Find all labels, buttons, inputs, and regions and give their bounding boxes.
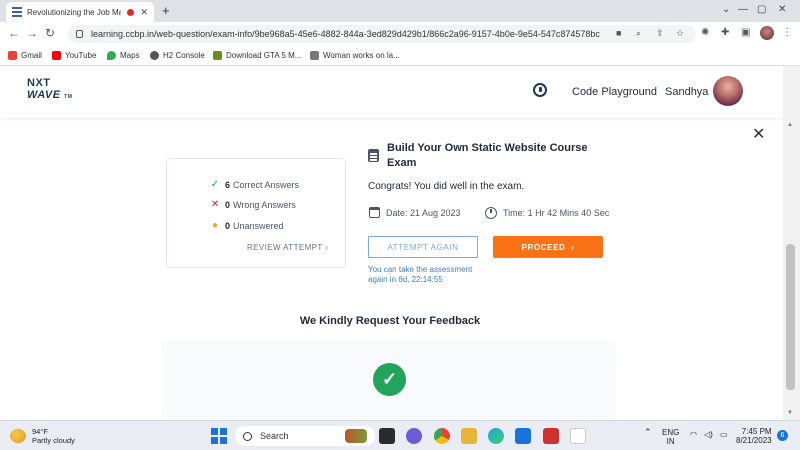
chevron-right-icon: ›: [325, 243, 329, 252]
extensions-puzzle-icon[interactable]: ✚: [721, 27, 729, 38]
temperature: 94°F: [32, 427, 48, 436]
reload-icon[interactable]: ↻: [45, 26, 55, 40]
extension-settings-icon[interactable]: ✺: [701, 27, 709, 38]
browser-tab[interactable]: Revolutionizing the Job Ma ✕: [6, 2, 154, 22]
code-playground-link[interactable]: Code Playground: [572, 86, 657, 98]
bookmark-page-icon: [310, 51, 319, 60]
bookmarks-bar: Gmail YouTube Maps H2 Console Download G…: [0, 46, 800, 66]
maximize-icon[interactable]: ▢: [757, 4, 766, 15]
scroll-down-icon[interactable]: ▼: [787, 410, 793, 416]
battery-icon[interactable]: ▭: [720, 430, 728, 439]
nxtwave-logo[interactable]: NXT WAVE TM: [27, 77, 72, 103]
results-summary-card: ✓ 6 Correct Answers ✕ 0 Wrong Answers ● 0U…: [166, 158, 346, 268]
chrome-icon[interactable]: [434, 428, 450, 444]
globe-icon: [150, 51, 159, 60]
page-scrollbar[interactable]: ▲ ▼: [783, 66, 800, 420]
store-icon[interactable]: [515, 428, 531, 444]
bookmark-h2-console[interactable]: H2 Console: [150, 51, 205, 60]
wifi-icon[interactable]: ◠: [690, 430, 697, 439]
gta-icon: [213, 51, 222, 60]
file-explorer-icon[interactable]: [461, 428, 477, 444]
review-attempt-link[interactable]: REVIEW ATTEMPT ›: [247, 243, 328, 252]
url-text: learning.ccbp.in/web-question/exam-info/…: [91, 29, 600, 39]
clock-icon: [485, 207, 497, 219]
start-button-icon[interactable]: [211, 428, 227, 444]
windows-taskbar: 94°F Partly cloudy Search ⌃ ENG IN ◠ ◁) …: [0, 420, 800, 450]
bookmark-youtube[interactable]: YouTube: [52, 51, 96, 60]
search-highlight-icon: [345, 429, 367, 443]
bookmark-gta[interactable]: Download GTA 5 M...: [213, 51, 301, 60]
recording-icon: [127, 8, 135, 16]
share-icon[interactable]: ⇪: [656, 28, 664, 39]
browser-toolbar: ← → ↻ learning.ccbp.in/web-question/exam…: [0, 22, 800, 46]
gmail-icon: [8, 51, 17, 60]
task-view-icon[interactable]: [379, 428, 395, 444]
tab-title: Revolutionizing the Job Ma: [27, 7, 122, 17]
wps-office-icon[interactable]: [543, 428, 559, 444]
window-close-icon[interactable]: ✕: [778, 4, 786, 15]
camera-icon[interactable]: ■: [616, 28, 621, 38]
correct-answers-stat: ✓ 6 Correct Answers: [210, 179, 300, 190]
forward-icon[interactable]: →: [26, 26, 38, 40]
user-name[interactable]: Sandhya: [665, 86, 708, 98]
unanswered-stat: ● 0 Unanswered: [209, 220, 284, 231]
address-bar[interactable]: learning.ccbp.in/web-question/exam-info/…: [68, 25, 696, 43]
volume-icon[interactable]: ◁): [704, 430, 713, 439]
menu-dots-icon[interactable]: ⋮: [782, 27, 792, 38]
minimize-icon[interactable]: —: [738, 4, 748, 15]
site-header: NXT WAVE TM Code Playground Sandhya: [0, 66, 783, 118]
scrollbar-thumb[interactable]: [786, 244, 795, 390]
browser-profile-avatar[interactable]: [760, 26, 774, 40]
youtube-icon: [52, 51, 61, 60]
timer-icon[interactable]: [533, 83, 547, 97]
weather-condition: Partly cloudy: [32, 436, 75, 445]
check-icon: ✓: [210, 179, 220, 190]
edge-icon[interactable]: [488, 428, 504, 444]
calendar-icon: [369, 207, 380, 218]
cross-icon: ✕: [210, 199, 220, 210]
snipping-tool-icon[interactable]: [570, 428, 586, 444]
search-icon[interactable]: ⌕: [636, 28, 641, 39]
close-icon[interactable]: ✕: [752, 124, 765, 144]
browser-tab-bar: Revolutionizing the Job Ma ✕ + ⌄ — ▢ ✕: [0, 0, 800, 22]
language-indicator[interactable]: ENG IN: [662, 428, 679, 446]
search-icon: [243, 431, 252, 441]
scroll-up-icon[interactable]: ▲: [787, 122, 793, 128]
proceed-button[interactable]: PROCEED ›: [493, 236, 603, 258]
taskbar-search[interactable]: Search: [235, 426, 375, 446]
exam-date: Date: 21 Aug 2023: [369, 207, 461, 218]
success-check-icon: ✓: [373, 363, 406, 396]
maps-icon: [107, 51, 116, 60]
retake-note: You can take the assessment again in 6d,…: [368, 265, 473, 284]
partly-cloudy-icon: [10, 429, 26, 443]
lock-icon: [76, 30, 83, 38]
exam-document-icon: [368, 149, 379, 162]
user-avatar[interactable]: [713, 76, 743, 106]
feedback-heading: We Kindly Request Your Feedback: [299, 315, 481, 327]
tray-chevron-up-icon[interactable]: ⌃: [644, 428, 652, 437]
chevron-right-icon: ›: [571, 242, 575, 252]
congrats-message: Congrats! You did well in the exam.: [368, 181, 525, 192]
weather-widget[interactable]: 94°F Partly cloudy: [10, 427, 75, 445]
new-tab-button[interactable]: +: [162, 3, 170, 18]
sidepanel-icon[interactable]: ▣: [741, 27, 750, 38]
bookmark-maps[interactable]: Maps: [107, 51, 140, 60]
attempt-again-button[interactable]: ATTEMPT AGAIN: [368, 236, 478, 258]
site-favicon-icon: [12, 7, 22, 17]
bookmark-gmail[interactable]: Gmail: [8, 51, 42, 60]
dot-icon: ●: [211, 220, 219, 231]
wrong-answers-stat: ✕ 0 Wrong Answers: [210, 199, 296, 210]
tab-close-icon[interactable]: ✕: [140, 7, 148, 18]
back-icon[interactable]: ←: [8, 26, 20, 40]
system-clock[interactable]: 7:45 PM 8/21/2023: [736, 427, 772, 445]
bookmark-woman-works[interactable]: Woman works on la...: [310, 51, 400, 60]
exam-title: Build Your Own Static Website Course Exa…: [387, 142, 588, 169]
notification-badge[interactable]: 6: [777, 430, 788, 441]
exam-duration: Time: 1 Hr 42 Mins 40 Sec: [485, 207, 609, 219]
teams-chat-icon[interactable]: [406, 428, 422, 444]
chevron-down-icon[interactable]: ⌄: [722, 4, 730, 15]
star-icon[interactable]: ☆: [676, 28, 684, 39]
